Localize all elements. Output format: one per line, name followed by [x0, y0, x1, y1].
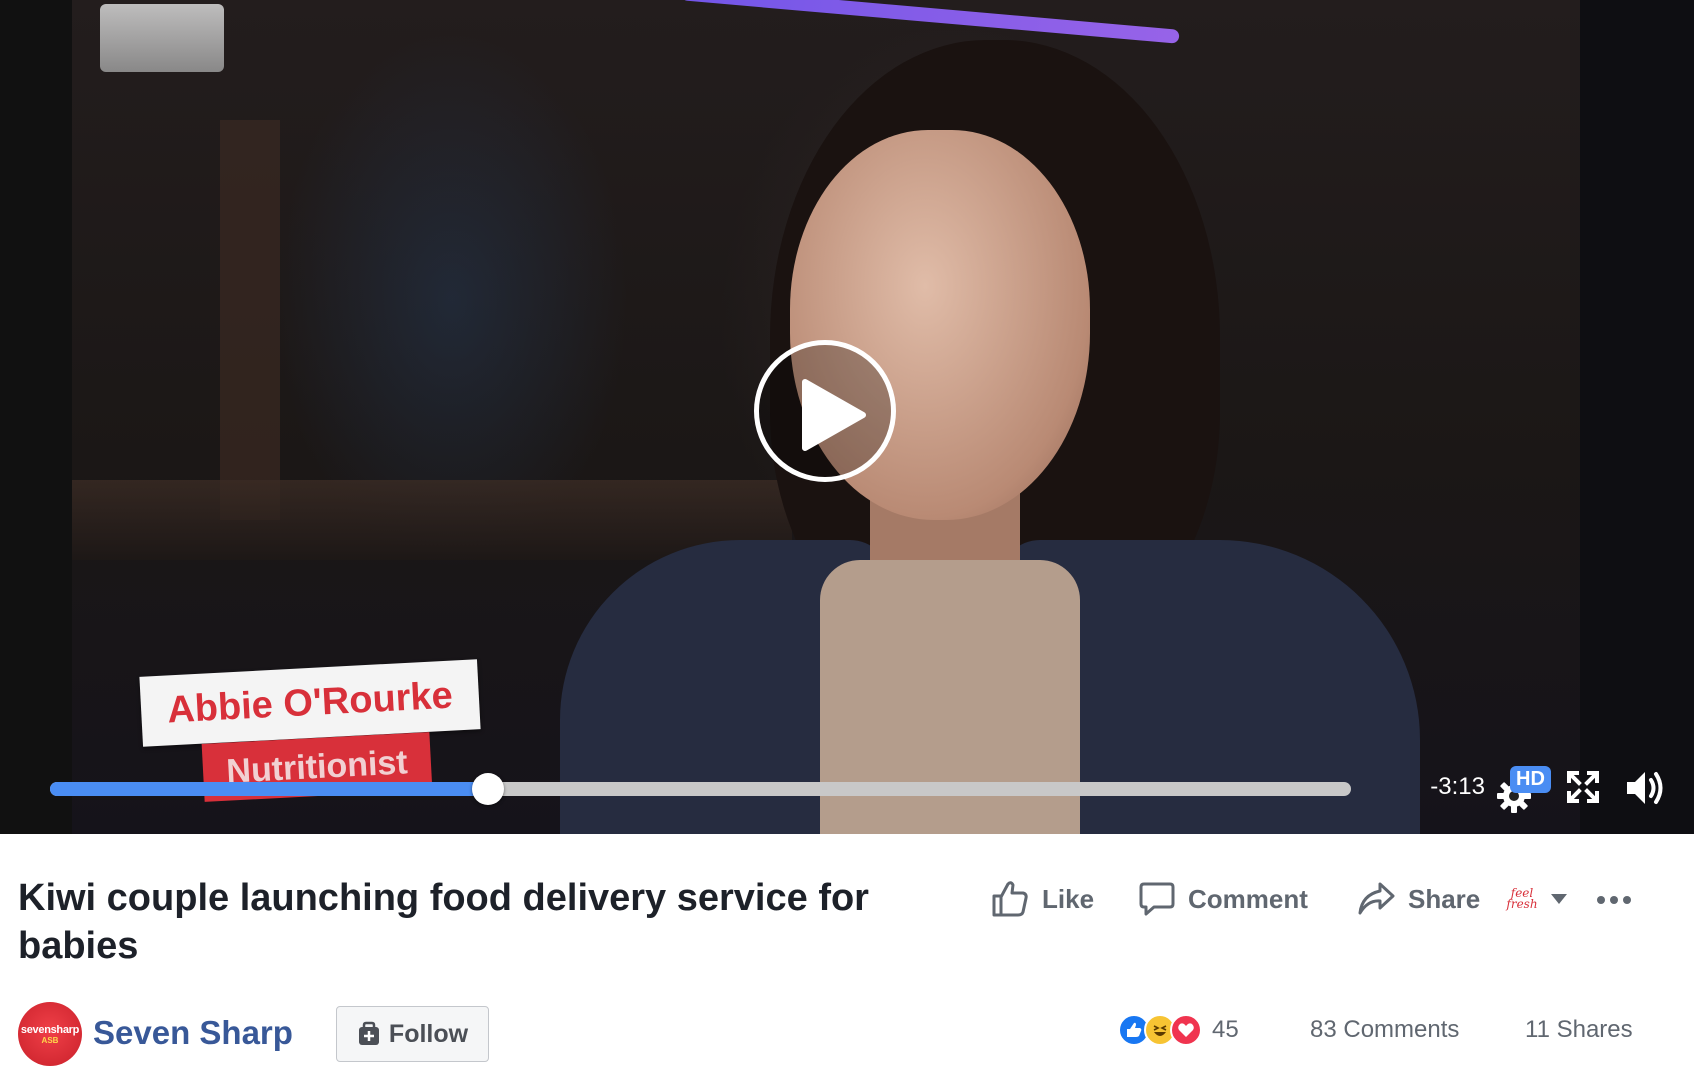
video-player[interactable]: Abbie O'Rourke Nutritionist -3:13 HD: [0, 0, 1694, 834]
fullscreen-icon[interactable]: [1566, 770, 1600, 804]
share-label: Share: [1408, 883, 1481, 914]
avatar-logo-text: sevensharp: [20, 1023, 80, 1036]
avatar-sponsor-text: ASB: [41, 1035, 59, 1045]
video-title: Kiwi couple launching food delivery serv…: [18, 877, 869, 967]
comment-icon: [1139, 882, 1175, 916]
comment-button[interactable]: Comment: [1138, 876, 1308, 922]
comment-label: Comment: [1188, 883, 1308, 914]
play-button[interactable]: [754, 340, 896, 482]
time-remaining: -3:13: [1430, 773, 1485, 800]
thumbs-up-icon: [992, 881, 1028, 917]
volume-icon[interactable]: [1625, 768, 1667, 808]
share-icon: [1358, 882, 1395, 915]
follow-icon: [358, 1021, 379, 1045]
video-letterbox-left: [0, 0, 72, 834]
page-name-link[interactable]: Seven Sharp: [93, 1014, 293, 1052]
hd-badge: HD: [1510, 766, 1551, 793]
reactions-summary[interactable]: 45: [1118, 1014, 1239, 1046]
share-button[interactable]: Share: [1356, 876, 1480, 922]
more-options-icon[interactable]: [1596, 888, 1632, 912]
play-icon: [802, 379, 866, 451]
scene-wood-column: [220, 120, 280, 520]
reactions-count: 45: [1212, 1016, 1239, 1043]
brand-logo: feel fresh: [1506, 886, 1538, 911]
video-letterbox-right: [1580, 0, 1694, 834]
settings-button[interactable]: HD: [1494, 766, 1551, 813]
shares-count-link[interactable]: 11 Shares: [1525, 1016, 1633, 1044]
comments-count-link[interactable]: 83 Comments: [1310, 1016, 1459, 1044]
progress-fill: [50, 782, 489, 796]
caret-down-icon: [1551, 894, 1567, 904]
scene-ceiling-light: [100, 4, 224, 72]
like-button[interactable]: Like: [990, 876, 1094, 922]
love-reaction-icon: [1170, 1014, 1202, 1046]
follow-button[interactable]: Follow: [336, 1006, 489, 1062]
page-avatar[interactable]: sevensharp ASB: [18, 1002, 82, 1066]
like-label: Like: [1042, 883, 1095, 914]
follow-label: Follow: [388, 1019, 469, 1048]
progress-bar[interactable]: [50, 773, 1351, 805]
brand-selector[interactable]: feel fresh: [1504, 886, 1568, 911]
